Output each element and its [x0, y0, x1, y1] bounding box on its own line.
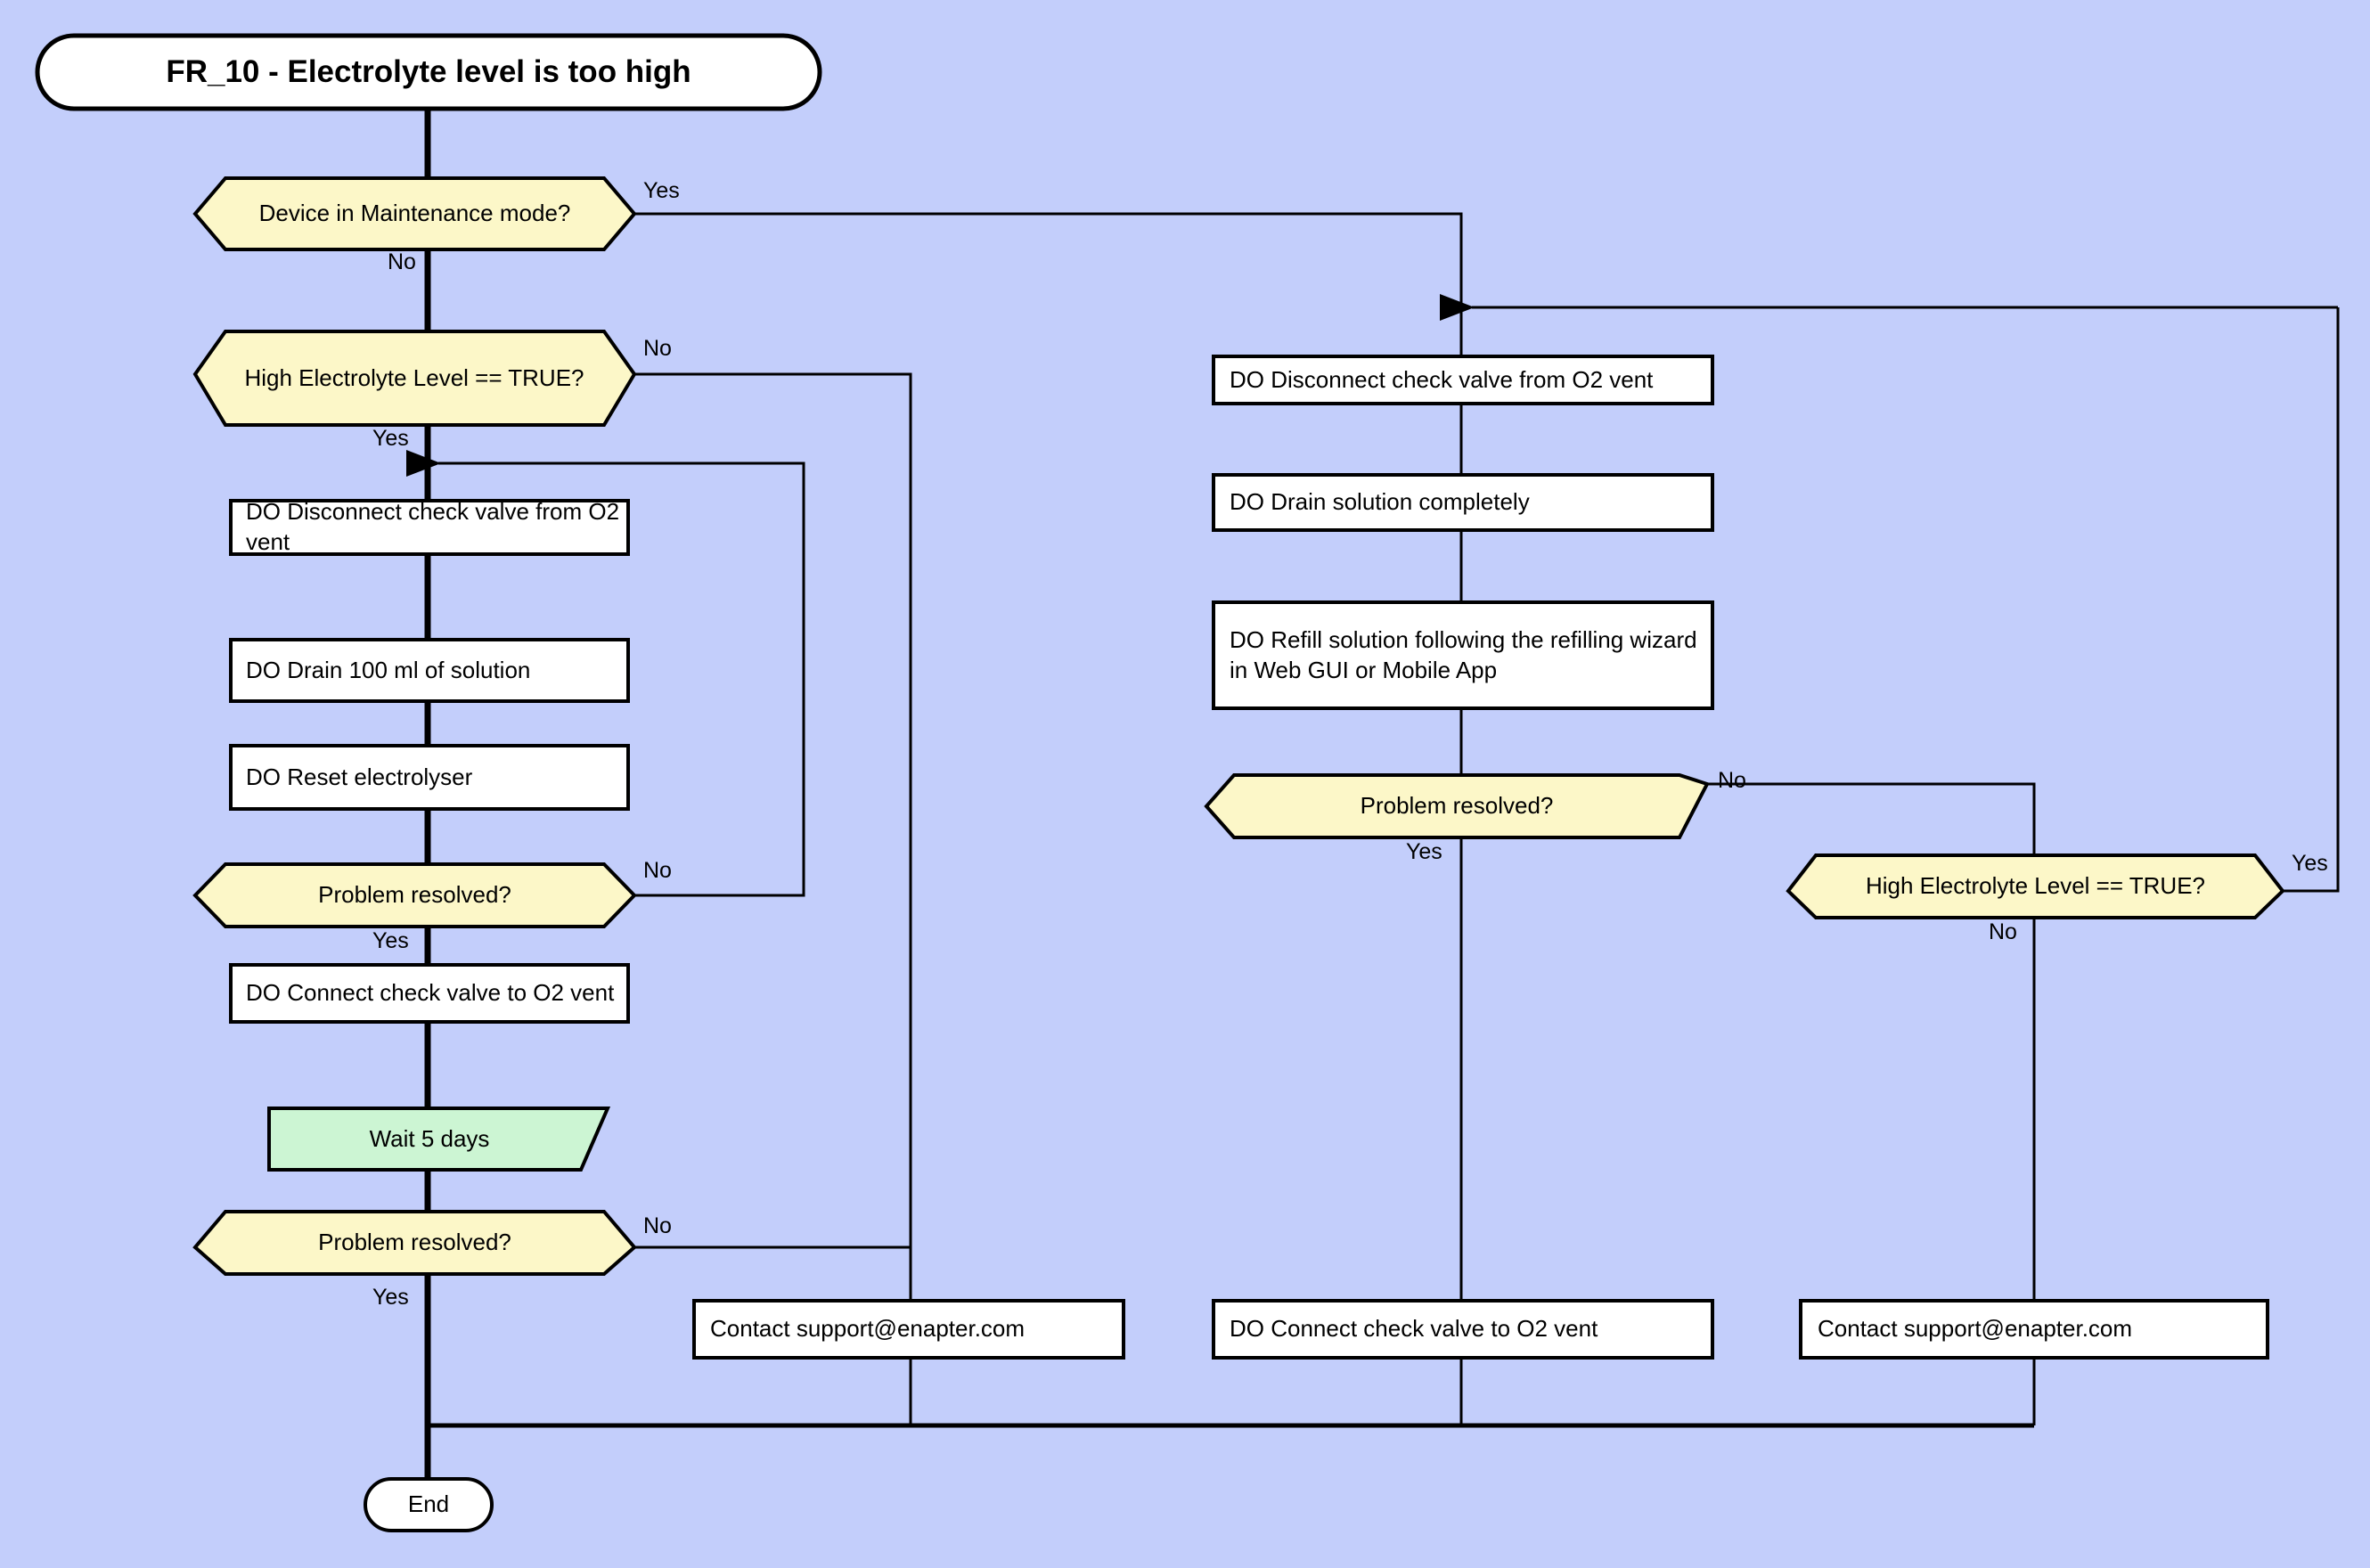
node-dec-maintenance-shape[interactable]	[192, 176, 637, 251]
node-proc-reset-shape[interactable]	[229, 744, 630, 811]
node-proc-connect-left-shape[interactable]	[229, 963, 630, 1024]
flowchart-canvas: FR_10 - Electrolyte level is too high De…	[0, 0, 2370, 1568]
node-dec-high-level-left-shape[interactable]	[192, 330, 637, 427]
node-contact-left-shape[interactable]	[692, 1299, 1125, 1360]
node-proc-connect-right-shape[interactable]	[1212, 1299, 1714, 1360]
node-dec-resolved-left-2-shape[interactable]	[192, 1210, 637, 1276]
flowchart-svg	[35, 33, 2340, 1532]
node-proc-drain-complete-shape[interactable]	[1212, 473, 1714, 532]
edge-highlevel-left-no	[634, 372, 912, 1301]
node-proc-refill-shape[interactable]	[1212, 600, 1714, 710]
node-contact-right-shape[interactable]	[1799, 1299, 2269, 1360]
edge-maintenance-yes	[634, 212, 1463, 307]
edge-resolved-right-no	[1707, 782, 2036, 855]
node-dec-resolved-right-shape[interactable]	[1204, 773, 1710, 839]
node-proc-disconnect-left-shape[interactable]	[229, 499, 630, 556]
node-dec-resolved-left-1-shape[interactable]	[192, 862, 637, 928]
node-delay-wait-shape[interactable]	[267, 1107, 611, 1172]
edge-highlevel-right-yes	[2283, 307, 2340, 893]
node-proc-drain100-shape[interactable]	[229, 638, 630, 703]
node-end-shape[interactable]	[364, 1477, 494, 1532]
node-start-shape[interactable]	[35, 33, 822, 111]
node-proc-disconnect-right-shape[interactable]	[1212, 355, 1714, 405]
node-dec-high-level-right-shape[interactable]	[1786, 853, 2285, 919]
